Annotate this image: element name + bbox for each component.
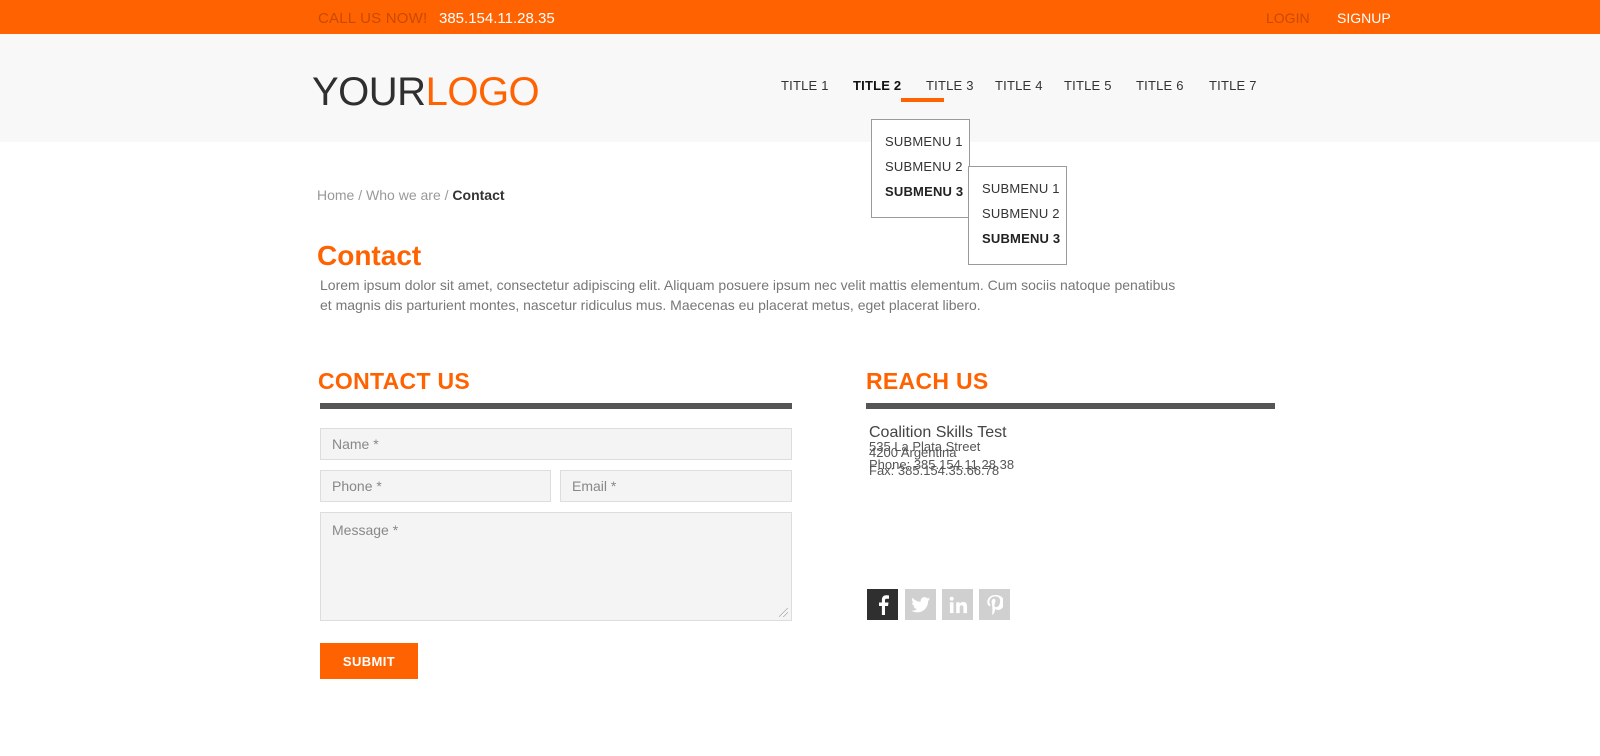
site-header: YOURLOGO TITLE 1 TITLE 2 TITLE 3 TITLE 4… bbox=[0, 34, 1600, 142]
message-textarea[interactable]: Message * bbox=[320, 512, 792, 621]
name-input[interactable]: Name * bbox=[320, 428, 792, 460]
submenu-item-3[interactable]: SUBMENU 3 bbox=[872, 182, 969, 207]
login-link[interactable]: LOGIN bbox=[1266, 10, 1310, 26]
contact-fax: Fax: 385.154.35.66.78 bbox=[869, 463, 1000, 478]
twitter-icon[interactable] bbox=[905, 589, 936, 620]
breadcrumb-parent[interactable]: Who we are bbox=[366, 187, 441, 203]
nested-submenu-dropdown: SUBMENU 1 SUBMENU 2 SUBMENU 3 bbox=[968, 166, 1067, 265]
pinterest-icon[interactable] bbox=[979, 589, 1010, 620]
top-bar: CALL US NOW! 385.154.11.28.35 LOGIN SIGN… bbox=[0, 0, 1600, 34]
nav-title-3[interactable]: TITLE 3 bbox=[926, 78, 974, 93]
submenu-dropdown: SUBMENU 1 SUBMENU 2 SUBMENU 3 bbox=[871, 119, 970, 218]
breadcrumb: Home / Who we are / Contact bbox=[317, 187, 505, 203]
breadcrumb-home[interactable]: Home bbox=[317, 187, 354, 203]
phone-input[interactable]: Phone * bbox=[320, 470, 551, 502]
logo-part-your: YOUR bbox=[312, 70, 426, 114]
message-placeholder: Message * bbox=[332, 522, 399, 538]
nested-submenu-item-2[interactable]: SUBMENU 2 bbox=[969, 204, 1066, 229]
facebook-icon[interactable] bbox=[867, 589, 898, 620]
resize-grip-icon[interactable] bbox=[779, 608, 788, 617]
nav-title-6[interactable]: TITLE 6 bbox=[1136, 78, 1184, 93]
nav-title-5[interactable]: TITLE 5 bbox=[1064, 78, 1112, 93]
reach-us-heading: REACH US bbox=[866, 368, 989, 394]
top-phone-number[interactable]: 385.154.11.28.35 bbox=[439, 10, 555, 27]
breadcrumb-current: Contact bbox=[452, 187, 505, 203]
linkedin-icon[interactable] bbox=[942, 589, 973, 620]
signup-link[interactable]: SIGNUP bbox=[1337, 10, 1391, 26]
page-title: Contact bbox=[317, 240, 422, 271]
nav-active-indicator bbox=[901, 98, 944, 102]
contact-us-divider bbox=[320, 403, 792, 409]
breadcrumb-separator: / bbox=[354, 187, 367, 203]
logo-part-logo: LOGO bbox=[425, 70, 540, 114]
reach-us-divider bbox=[866, 403, 1275, 409]
nested-submenu-item-3[interactable]: SUBMENU 3 bbox=[969, 229, 1066, 254]
nested-submenu-item-1[interactable]: SUBMENU 1 bbox=[969, 179, 1066, 204]
breadcrumb-separator: / bbox=[440, 187, 453, 203]
submenu-item-1[interactable]: SUBMENU 1 bbox=[872, 132, 969, 157]
page-intro-text: Lorem ipsum dolor sit amet, consectetur … bbox=[320, 277, 1176, 313]
contact-us-heading: CONTACT US bbox=[318, 368, 471, 394]
nav-title-7[interactable]: TITLE 7 bbox=[1209, 78, 1257, 93]
call-us-label: CALL US NOW! bbox=[318, 10, 428, 27]
submenu-item-2[interactable]: SUBMENU 2 bbox=[872, 157, 969, 182]
nav-title-4[interactable]: TITLE 4 bbox=[995, 78, 1043, 93]
submit-button[interactable]: SUBMIT bbox=[320, 643, 418, 679]
site-logo[interactable]: YOURLOGO bbox=[312, 70, 540, 114]
nav-title-1[interactable]: TITLE 1 bbox=[781, 78, 829, 93]
email-input[interactable]: Email * bbox=[560, 470, 792, 502]
nav-title-2[interactable]: TITLE 2 bbox=[853, 78, 901, 93]
